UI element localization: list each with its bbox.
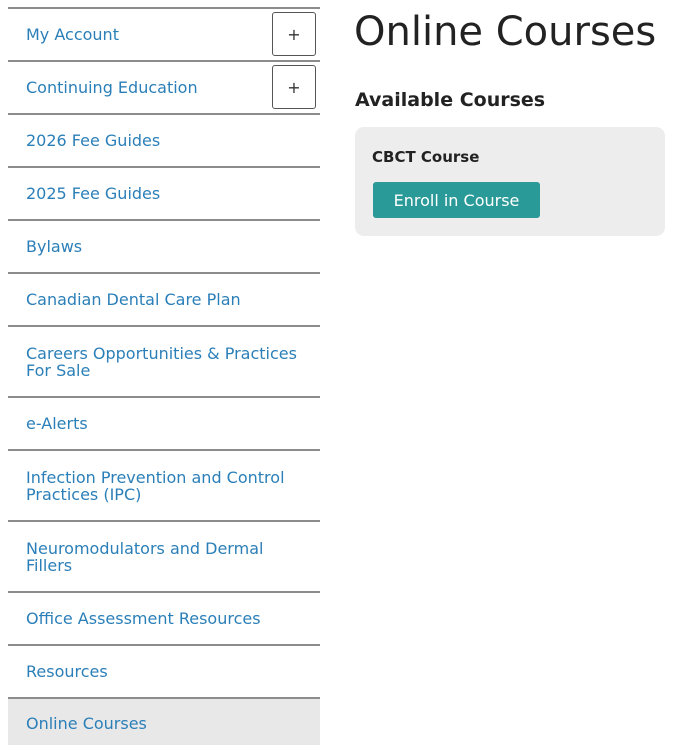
sidebar-item-label: Bylaws bbox=[26, 237, 83, 256]
expand-my-account-button[interactable]: + bbox=[272, 12, 316, 56]
sidebar-item-resources[interactable]: Resources bbox=[8, 646, 320, 699]
course-card: CBCT Course Enroll in Course bbox=[355, 127, 665, 236]
enroll-in-course-button[interactable]: Enroll in Course bbox=[373, 182, 540, 218]
sidebar-item-label: Office Assessment Resources bbox=[26, 609, 261, 628]
sidebar-item-label: Careers Opportunities & Practices For Sa… bbox=[26, 343, 297, 380]
sidebar-item-continuing-education[interactable]: Continuing Education + bbox=[8, 62, 320, 115]
sidebar-item-neuromodulators[interactable]: Neuromodulators and Dermal Fillers bbox=[8, 522, 320, 593]
plus-icon: + bbox=[287, 77, 301, 97]
sidebar-nav: My Account + Continuing Education + 2026… bbox=[8, 7, 320, 745]
sidebar-item-e-alerts[interactable]: e-Alerts bbox=[8, 398, 320, 451]
plus-icon: + bbox=[287, 24, 301, 44]
sidebar-item-label: 2026 Fee Guides bbox=[26, 131, 161, 150]
page: My Account + Continuing Education + 2026… bbox=[0, 0, 685, 745]
sidebar-item-label: e-Alerts bbox=[26, 414, 88, 433]
course-name: CBCT Course bbox=[372, 148, 480, 166]
sidebar-item-canadian-dental-care-plan[interactable]: Canadian Dental Care Plan bbox=[8, 274, 320, 327]
sidebar-item-office-assessment-resources[interactable]: Office Assessment Resources bbox=[8, 593, 320, 646]
sidebar-item-label: My Account bbox=[26, 25, 119, 44]
sidebar-item-2025-fee-guides[interactable]: 2025 Fee Guides bbox=[8, 168, 320, 221]
page-title: Online Courses bbox=[354, 9, 657, 55]
sidebar-item-2026-fee-guides[interactable]: 2026 Fee Guides bbox=[8, 115, 320, 168]
sidebar-item-label: 2025 Fee Guides bbox=[26, 184, 161, 203]
sidebar-item-my-account[interactable]: My Account + bbox=[8, 9, 320, 62]
sidebar-item-label: Canadian Dental Care Plan bbox=[26, 290, 241, 309]
sidebar-item-label: Infection Prevention and Control Practic… bbox=[26, 467, 285, 504]
sidebar-item-infection-prevention[interactable]: Infection Prevention and Control Practic… bbox=[8, 451, 320, 522]
sidebar-item-label: Online Courses bbox=[26, 713, 147, 733]
sidebar-item-bylaws[interactable]: Bylaws bbox=[8, 221, 320, 274]
sidebar-item-label: Resources bbox=[26, 662, 108, 681]
available-courses-heading: Available Courses bbox=[355, 89, 546, 111]
expand-continuing-education-button[interactable]: + bbox=[272, 65, 316, 109]
sidebar-item-careers-opportunities[interactable]: Careers Opportunities & Practices For Sa… bbox=[8, 327, 320, 398]
sidebar-item-online-courses[interactable]: Online Courses bbox=[8, 699, 320, 745]
sidebar-item-label: Continuing Education bbox=[26, 78, 198, 97]
sidebar-item-label: Neuromodulators and Dermal Fillers bbox=[26, 538, 264, 575]
